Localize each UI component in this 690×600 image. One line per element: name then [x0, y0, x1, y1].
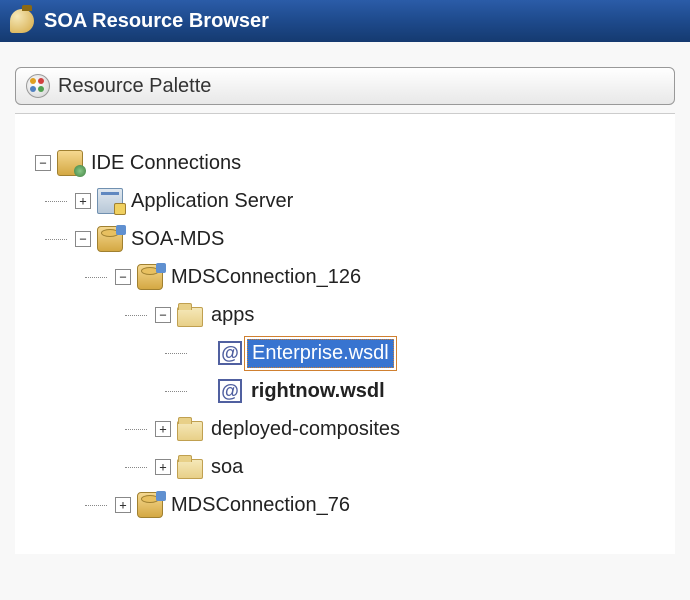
tree-node-application-server: + Application Server	[75, 182, 655, 220]
node-label: IDE Connections	[87, 150, 245, 177]
palette-label: Resource Palette	[58, 75, 211, 98]
tree-node-deployed-composites: + deployed-composites	[155, 410, 655, 448]
node-label: MDSConnection_76	[167, 492, 354, 519]
expand-toggle[interactable]: +	[155, 459, 171, 475]
tree-node-file: @ rightnow.wsdl	[195, 372, 655, 410]
collapse-toggle[interactable]: −	[75, 231, 91, 247]
tree-row[interactable]: − SOA-MDS	[75, 220, 655, 258]
tree-node-soa-mds: − SOA-MDS − MDSConnection_126	[75, 220, 655, 524]
node-label: soa	[207, 454, 247, 481]
wsdl-file-icon: @	[217, 378, 243, 404]
palette-icon	[26, 74, 50, 98]
tree-row[interactable]: + Application Server	[75, 182, 655, 220]
folder-icon	[177, 421, 203, 441]
collapse-toggle[interactable]: −	[35, 155, 51, 171]
node-label: MDSConnection_126	[167, 264, 365, 291]
tree-row[interactable]: @ Enterprise.wsdl	[195, 334, 655, 372]
tree-row[interactable]: @ rightnow.wsdl	[195, 372, 655, 410]
titlebar: SOA Resource Browser	[0, 0, 690, 42]
tree-node-soa: + soa	[155, 448, 655, 486]
expand-toggle[interactable]: +	[155, 421, 171, 437]
node-label: rightnow.wsdl	[247, 378, 389, 405]
expand-toggle[interactable]: +	[115, 497, 131, 513]
tree-node-ide-connections: − IDE Connections + Application Server −	[35, 144, 655, 524]
tree-row[interactable]: − apps	[155, 296, 655, 334]
content-area: Resource Palette − IDE Connections + App…	[0, 42, 690, 600]
tree-node-mdsconnection-126: − MDSConnection_126 − apps	[115, 258, 655, 486]
tree-row[interactable]: − MDSConnection_126	[115, 258, 655, 296]
coffee-cup-icon	[10, 9, 34, 33]
collapse-toggle[interactable]: −	[115, 269, 131, 285]
database-icon	[137, 492, 163, 518]
database-icon	[97, 226, 123, 252]
folder-icon	[177, 307, 203, 327]
node-label: Application Server	[127, 188, 297, 215]
folder-icon	[177, 459, 203, 479]
expand-toggle[interactable]: +	[75, 193, 91, 209]
tree-row[interactable]: + soa	[155, 448, 655, 486]
tree-view: − IDE Connections + Application Server −	[15, 113, 675, 554]
node-label-selected: Enterprise.wsdl	[247, 339, 394, 368]
server-icon	[97, 188, 123, 214]
wsdl-file-icon: @	[217, 340, 243, 366]
tree-node-apps: − apps @	[155, 296, 655, 410]
database-icon	[137, 264, 163, 290]
palette-header[interactable]: Resource Palette	[15, 67, 675, 105]
tree-row[interactable]: + MDSConnection_76	[115, 486, 655, 524]
tree-row[interactable]: + deployed-composites	[155, 410, 655, 448]
window-title: SOA Resource Browser	[44, 10, 269, 33]
node-label: SOA-MDS	[127, 226, 228, 253]
node-label: deployed-composites	[207, 416, 404, 443]
collapse-toggle[interactable]: −	[155, 307, 171, 323]
tree-node-mdsconnection-76: + MDSConnection_76	[115, 486, 655, 524]
tree-row[interactable]: − IDE Connections	[35, 144, 655, 182]
tree-node-file: @ Enterprise.wsdl	[195, 334, 655, 372]
node-label: apps	[207, 302, 258, 329]
ide-connections-icon	[57, 150, 83, 176]
